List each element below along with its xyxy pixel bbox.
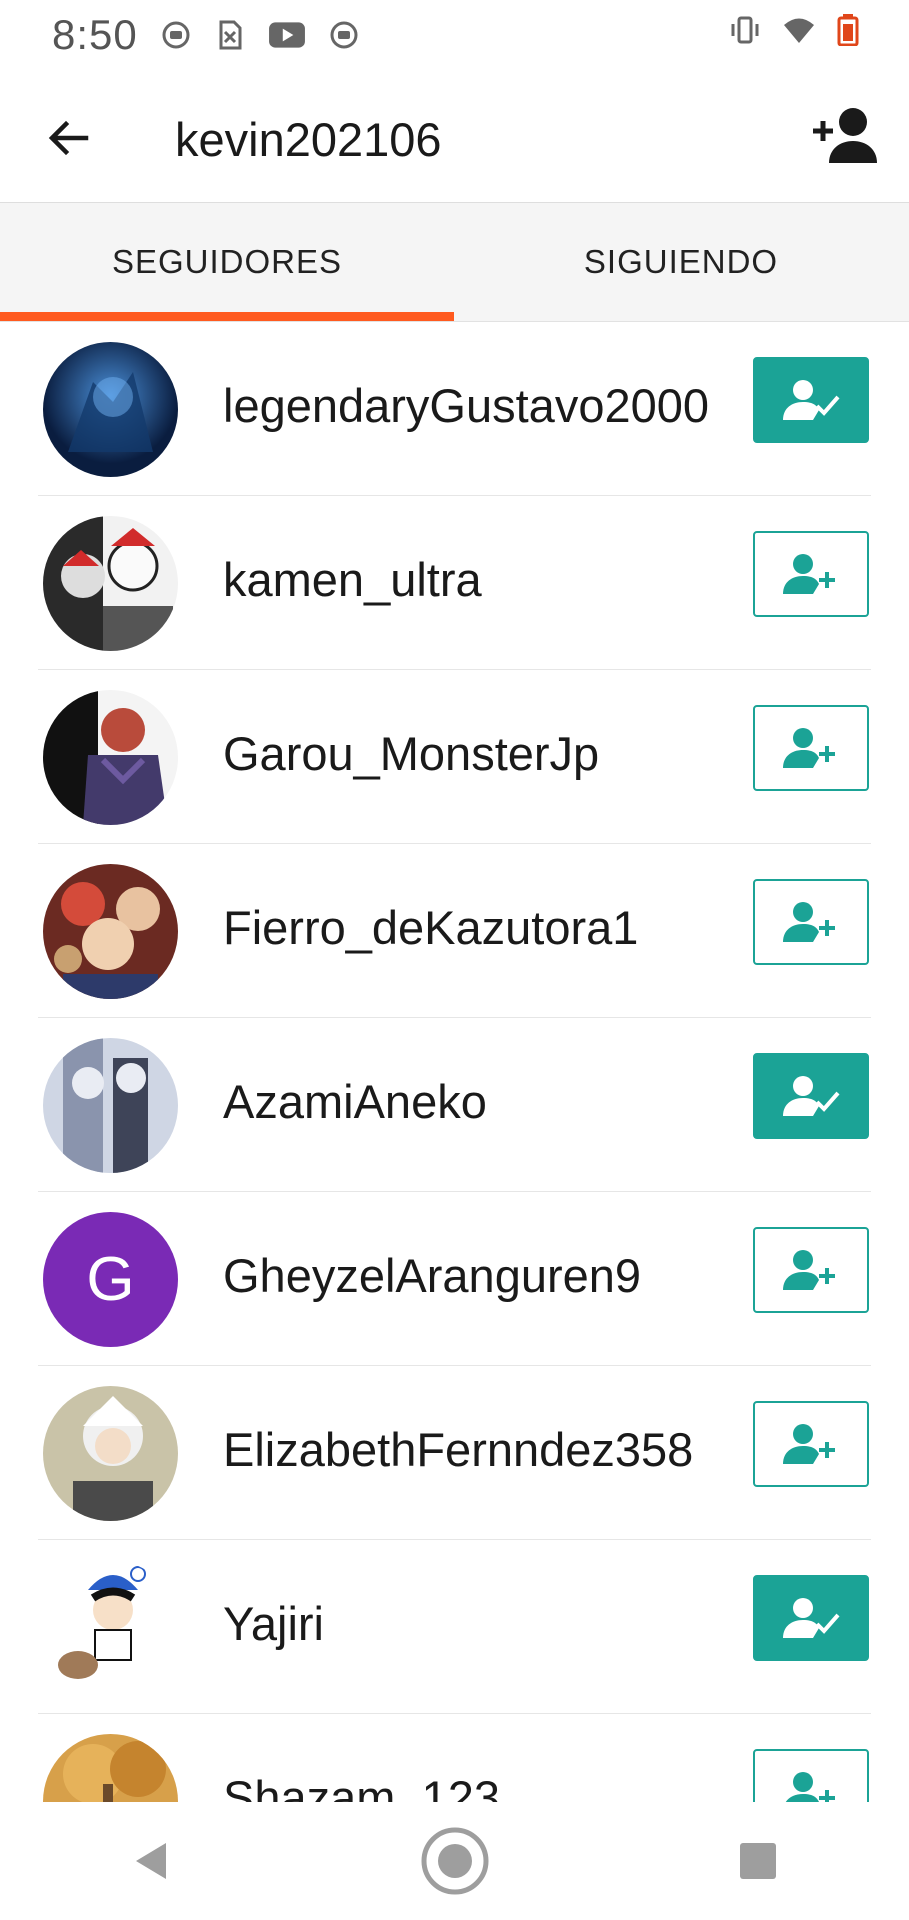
follow-button[interactable] bbox=[753, 705, 869, 791]
avatar-letter: G bbox=[43, 1212, 178, 1347]
sim-card-icon bbox=[219, 20, 242, 50]
user-check-icon bbox=[783, 1598, 840, 1638]
recents-square-icon bbox=[739, 1843, 776, 1879]
username[interactable]: GheyzelAranguren9 bbox=[223, 1248, 641, 1303]
avatar[interactable]: G bbox=[43, 1212, 178, 1347]
user-check-icon bbox=[783, 380, 840, 420]
username[interactable]: Shazam_123 bbox=[223, 1770, 500, 1802]
user-plus-icon bbox=[783, 1250, 835, 1290]
username[interactable]: ElizabethFernndez358 bbox=[223, 1422, 693, 1477]
add-user-icon[interactable] bbox=[809, 105, 879, 165]
tab-siguiendo[interactable]: SIGUIENDO bbox=[454, 203, 908, 321]
tab-seguidores[interactable]: SEGUIDORES bbox=[0, 203, 454, 321]
following-button[interactable] bbox=[753, 357, 869, 443]
list-item[interactable]: AzamiAneko bbox=[0, 1018, 909, 1192]
arrow-left-icon[interactable] bbox=[44, 114, 92, 162]
list-item[interactable]: legendaryGustavo2000 bbox=[0, 322, 909, 496]
list-item[interactable]: Yajiri bbox=[0, 1540, 909, 1714]
back-triangle-icon bbox=[135, 1843, 166, 1879]
user-plus-icon bbox=[785, 1772, 835, 1802]
avatar[interactable] bbox=[43, 1560, 178, 1695]
avatar[interactable] bbox=[43, 342, 178, 477]
follow-button[interactable] bbox=[753, 879, 869, 965]
follow-button[interactable] bbox=[753, 1749, 869, 1802]
app-bar: kevin202106 bbox=[0, 70, 909, 203]
username[interactable]: AzamiAneko bbox=[223, 1074, 487, 1129]
followers-list[interactable]: legendaryGustavo2000 kamen_ultra Garou_M… bbox=[0, 322, 909, 1802]
wifi-icon bbox=[784, 18, 814, 43]
username[interactable]: Yajiri bbox=[223, 1596, 324, 1651]
username[interactable]: legendaryGustavo2000 bbox=[223, 378, 709, 433]
follow-button[interactable] bbox=[753, 1227, 869, 1313]
home-circle-icon bbox=[421, 1827, 488, 1895]
follow-button[interactable] bbox=[753, 531, 869, 617]
nav-back-button[interactable] bbox=[107, 1816, 197, 1906]
system-nav-bar bbox=[0, 1802, 909, 1920]
status-bar: 8:50 bbox=[0, 0, 909, 70]
avatar[interactable] bbox=[43, 864, 178, 999]
username[interactable]: kamen_ultra bbox=[223, 552, 482, 607]
user-plus-icon bbox=[783, 1424, 835, 1464]
user-check-icon bbox=[783, 1076, 840, 1116]
avatar[interactable] bbox=[43, 1386, 178, 1521]
avatar[interactable] bbox=[43, 1038, 178, 1173]
list-item[interactable]: kamen_ultra bbox=[0, 496, 909, 670]
avatar[interactable] bbox=[43, 1734, 178, 1802]
following-button[interactable] bbox=[753, 1053, 869, 1139]
user-plus-icon bbox=[783, 554, 835, 594]
list-item[interactable]: ElizabethFernndez358 bbox=[0, 1366, 909, 1540]
list-item[interactable]: Garou_MonsterJp bbox=[0, 670, 909, 844]
youtube-icon bbox=[268, 22, 305, 48]
list-item[interactable]: Fierro_deKazutora1 bbox=[0, 844, 909, 1018]
user-plus-icon bbox=[783, 902, 835, 942]
status-time: 8:50 bbox=[52, 11, 138, 58]
username[interactable]: Fierro_deKazutora1 bbox=[223, 900, 638, 955]
battery-icon bbox=[837, 14, 859, 46]
nav-recents-button[interactable] bbox=[713, 1816, 803, 1906]
avatar[interactable] bbox=[43, 690, 178, 825]
list-item[interactable]: G GheyzelAranguren9 bbox=[0, 1192, 909, 1366]
tab-bar: SEGUIDORES SIGUIENDO bbox=[0, 203, 909, 322]
avatar[interactable] bbox=[43, 516, 178, 651]
page-title: kevin202106 bbox=[175, 113, 442, 166]
list-item[interactable]: Shazam_123 bbox=[0, 1714, 909, 1802]
user-plus-icon bbox=[783, 728, 835, 768]
following-button[interactable] bbox=[753, 1575, 869, 1661]
notification-icon bbox=[330, 21, 358, 49]
follow-button[interactable] bbox=[753, 1401, 869, 1487]
vibrate-icon bbox=[731, 16, 759, 44]
nav-home-button[interactable] bbox=[410, 1816, 500, 1906]
notification-icon bbox=[162, 21, 190, 49]
username[interactable]: Garou_MonsterJp bbox=[223, 726, 599, 781]
